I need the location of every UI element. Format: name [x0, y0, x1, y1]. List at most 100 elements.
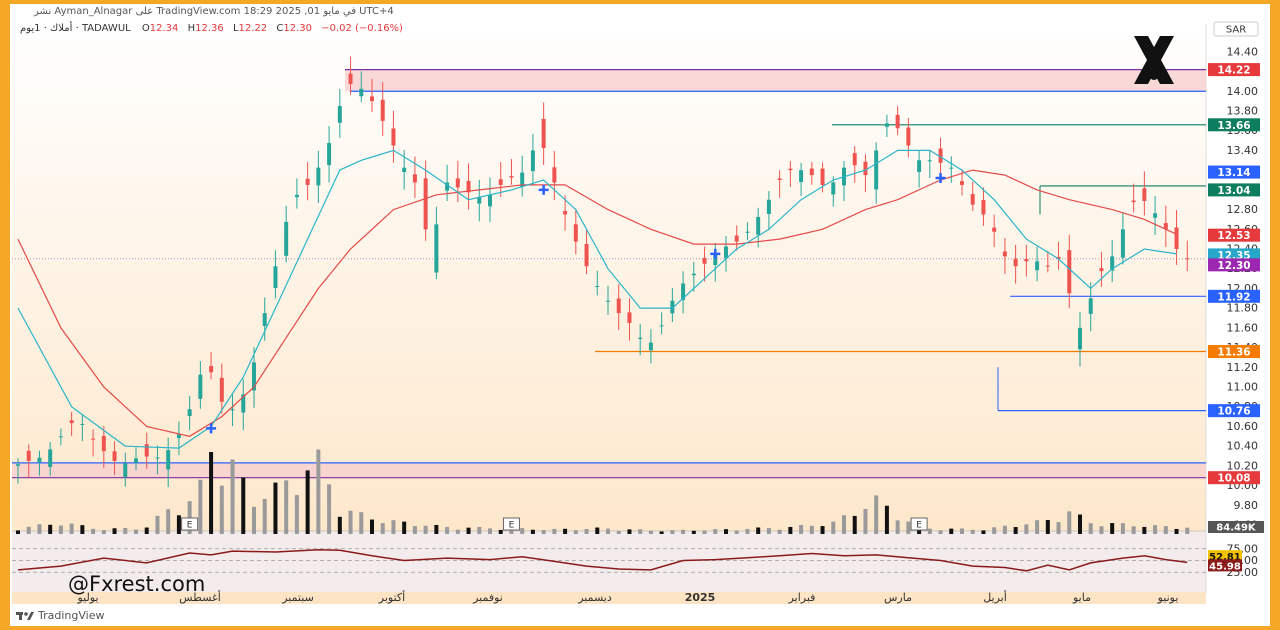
price-level-tag-label: 10.08	[1217, 473, 1250, 485]
volume-bar	[423, 525, 428, 534]
volume-bar	[616, 530, 621, 534]
volume-bar	[412, 526, 417, 534]
candle-body	[498, 179, 503, 185]
volume-bar	[1185, 527, 1190, 534]
chart-window: EEE14.4014.2014.0013.8013.6013.4013.2013…	[10, 4, 1270, 626]
candle-body	[176, 434, 181, 438]
candle-body	[477, 197, 482, 204]
candle-body	[809, 168, 814, 176]
candle-body	[1153, 213, 1158, 218]
volume-bar	[691, 530, 696, 534]
candle-body	[455, 178, 460, 188]
volume-bar	[584, 528, 589, 534]
candle-body	[123, 463, 128, 478]
volume-bar	[627, 529, 632, 534]
price-tick-label: 14.40	[1227, 45, 1259, 58]
candle-body	[573, 224, 578, 242]
close-value: 12.30	[283, 23, 312, 34]
volume-bar	[1002, 525, 1007, 534]
volume-bar	[209, 451, 214, 534]
candle-body	[284, 221, 289, 256]
volume-bar	[777, 529, 782, 534]
volume-bar	[820, 526, 825, 534]
candle-body	[595, 285, 600, 287]
volume-bar	[702, 530, 707, 534]
volume-bar	[1056, 522, 1061, 534]
time-axis-label: 2025	[685, 591, 716, 604]
volume-bar	[831, 521, 836, 534]
publish-info: نشر Ayman_Alnagar على TradingView.com في…	[34, 6, 394, 17]
volume-bar	[573, 530, 578, 534]
volume-bar	[498, 529, 503, 534]
candle-body	[187, 409, 192, 417]
price-level-tag-label: 12.53	[1217, 230, 1250, 242]
candle-body	[58, 436, 63, 438]
volume-bar	[606, 528, 610, 534]
candle-body	[563, 210, 568, 215]
volume-bar	[659, 531, 664, 534]
volume-bar	[648, 530, 653, 534]
volume-bar	[1120, 523, 1125, 534]
candle-body	[112, 451, 117, 461]
candle-body	[992, 227, 997, 232]
volume-bar	[327, 484, 332, 534]
volume-bar	[734, 530, 739, 534]
candle-body	[488, 194, 492, 207]
volume-bar	[1163, 526, 1168, 534]
volume-bar	[434, 524, 439, 534]
volume-bar	[852, 515, 857, 534]
candle-body	[734, 235, 739, 242]
symbol-info: أملاك · 1يوم · TADAWUL O12.34 H12.36 L12…	[20, 22, 409, 36]
currency-label: SAR	[1226, 25, 1246, 36]
candle-body	[831, 182, 836, 195]
price-chart[interactable]: EEE14.4014.2014.0013.8013.6013.4013.2013…	[10, 4, 1270, 626]
volume-bar	[80, 525, 85, 534]
candle-body	[423, 178, 428, 230]
tradingview-logo-icon	[16, 612, 34, 620]
candle-body	[884, 123, 889, 127]
candle-body	[638, 337, 643, 339]
volume-bar	[1131, 526, 1136, 534]
candle-body	[627, 312, 632, 323]
candle-body	[1013, 258, 1018, 267]
volume-bar	[112, 528, 117, 534]
volume-bar	[766, 527, 771, 534]
earnings-marker-label: E	[916, 521, 922, 531]
supply-demand-zone	[12, 462, 1206, 478]
volume-bar	[241, 477, 246, 534]
volume-bar	[488, 528, 492, 534]
volume-bar	[176, 515, 181, 534]
price-tick-label: 11.00	[1227, 381, 1259, 394]
candle-body	[1099, 268, 1104, 272]
price-level-tag-label: 13.04	[1217, 185, 1250, 197]
candle-body	[380, 99, 385, 121]
candle-body	[219, 377, 224, 402]
candle-body	[209, 366, 214, 373]
volume-bar	[1099, 526, 1104, 534]
volume-bar	[1045, 519, 1050, 534]
volume-bar	[1153, 525, 1158, 534]
candle-body	[745, 231, 750, 233]
candle-body	[1067, 250, 1072, 294]
volume-bar	[745, 528, 750, 534]
volume-bar	[391, 520, 396, 534]
volume-bar	[541, 530, 546, 534]
volume-bar	[530, 529, 535, 534]
time-axis-label: أكتوبر	[378, 590, 405, 604]
candle-body	[412, 174, 417, 183]
volume-bar	[809, 525, 814, 534]
volume-bar	[26, 526, 31, 534]
candle-body	[1078, 327, 1082, 350]
candle-body	[960, 181, 964, 185]
volume-bar	[756, 527, 761, 534]
candle-body	[1045, 265, 1050, 267]
symbol-name[interactable]: أملاك · 1يوم · TADAWUL	[20, 23, 131, 34]
price-tick-label: 13.80	[1227, 105, 1259, 118]
volume-bar	[1174, 528, 1179, 534]
price-tick-label: 12.80	[1227, 203, 1259, 216]
volume-bar	[1078, 514, 1082, 534]
candle-body	[777, 178, 782, 180]
volume-bar	[123, 527, 128, 534]
volume-bar	[305, 470, 310, 534]
candle-body	[895, 114, 900, 129]
